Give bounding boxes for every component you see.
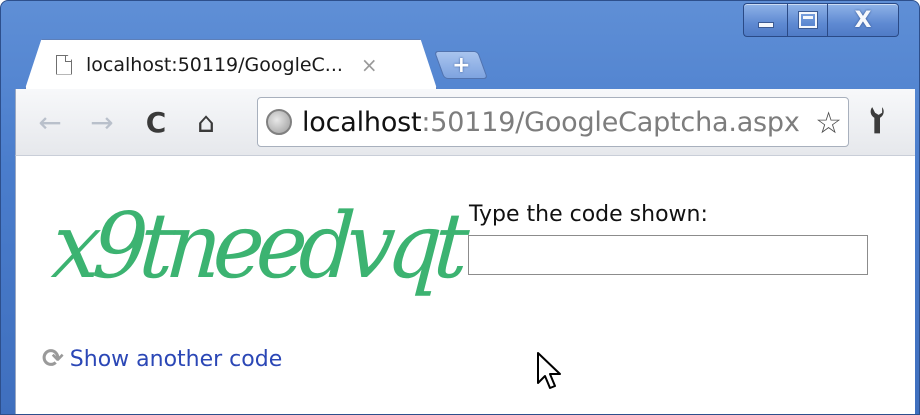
browser-tab[interactable]: localhost:50119/GoogleC... ×	[25, 39, 437, 89]
browser-window: X localhost:50119/GoogleC... × + ← → C ⌂…	[0, 0, 920, 415]
minimize-button[interactable]	[743, 3, 787, 37]
plus-icon: +	[451, 52, 471, 78]
mouse-pointer-icon	[537, 352, 561, 389]
browser-toolbar: ← → C ⌂ localhost:50119/GoogleCaptcha.as…	[15, 89, 915, 155]
new-tab-button[interactable]: +	[433, 51, 489, 79]
globe-icon	[266, 109, 292, 135]
home-button[interactable]: ⌂	[184, 100, 228, 144]
tab-title: localhost:50119/GoogleC...	[86, 53, 343, 76]
captcha-prompt-label: Type the code shown:	[469, 202, 708, 227]
show-another-code-row[interactable]: ⟳ Show another code	[42, 344, 282, 374]
address-bar[interactable]: localhost:50119/GoogleCaptcha.aspx ☆	[257, 97, 849, 147]
maximize-icon	[797, 11, 818, 29]
url-text[interactable]: localhost:50119/GoogleCaptcha.aspx	[302, 107, 800, 138]
back-button[interactable]: ←	[28, 100, 72, 144]
minimize-icon	[757, 22, 774, 28]
forward-button[interactable]: →	[80, 100, 124, 144]
page-icon	[56, 54, 72, 75]
page-content: x9tneedvqt Type the code shown: ⟳ Show a…	[15, 155, 915, 414]
captcha-image: x9tneedvqt	[48, 194, 465, 300]
url-host: localhost	[302, 106, 422, 138]
reload-button[interactable]: C	[134, 100, 178, 144]
refresh-icon[interactable]: ⟳	[42, 344, 64, 374]
maximize-button[interactable]	[787, 3, 827, 37]
url-path: :50119/GoogleCaptcha.aspx	[421, 106, 800, 138]
show-another-code-link[interactable]: Show another code	[70, 347, 282, 372]
window-caption-buttons: X	[743, 3, 899, 37]
wrench-icon[interactable]	[856, 98, 904, 146]
star-icon[interactable]: ☆	[811, 106, 842, 141]
close-icon: X	[854, 7, 872, 33]
close-button[interactable]: X	[827, 3, 899, 37]
captcha-code-input[interactable]	[468, 235, 868, 275]
tab-close-icon[interactable]: ×	[361, 53, 378, 77]
